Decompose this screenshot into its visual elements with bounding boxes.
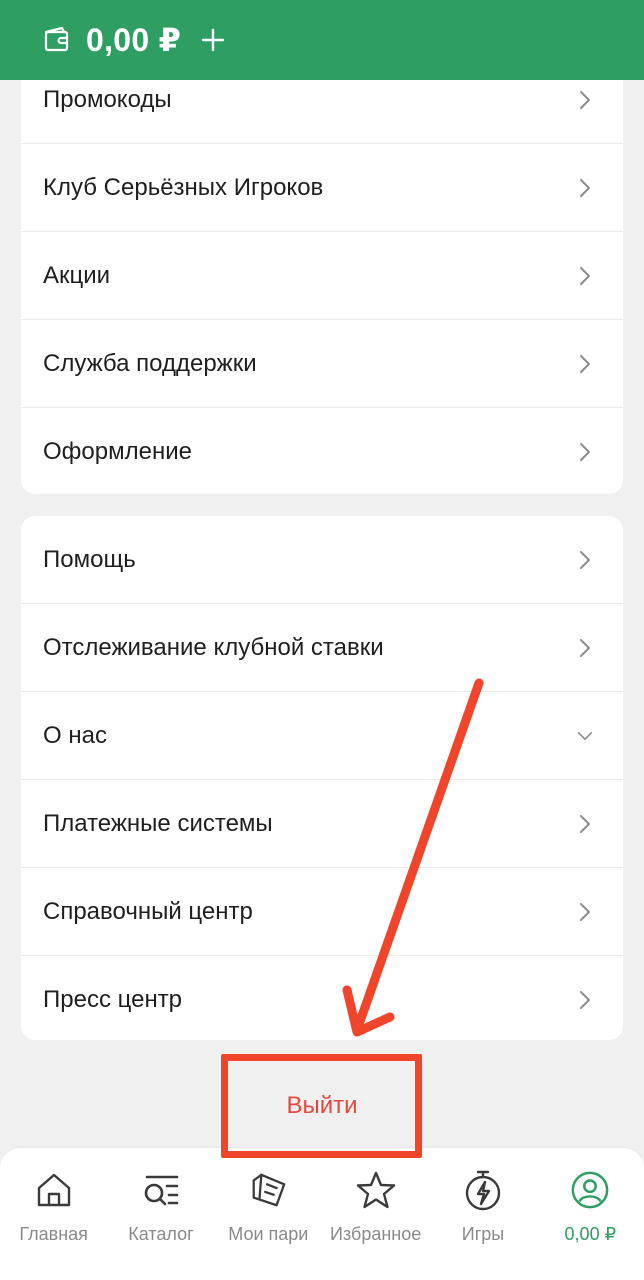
ticket-icon [248, 1170, 288, 1210]
menu-item-club-bet-tracking[interactable]: Отслеживание клубной ставки [21, 604, 623, 692]
plus-icon[interactable] [201, 27, 227, 53]
chevron-right-icon [577, 90, 593, 110]
menu-item-label: Справочный центр [43, 897, 253, 925]
chevron-right-icon [577, 266, 593, 286]
menu-item-about-us[interactable]: О нас [21, 692, 623, 780]
chevron-right-icon [577, 990, 593, 1010]
logout-label: Выйти [286, 1092, 358, 1119]
balance-amount[interactable]: 0,00 ₽ [86, 21, 181, 59]
menu-item-label: Отслеживание клубной ставки [43, 633, 384, 661]
menu-item-label: Помощь [43, 545, 136, 573]
menu-item-label: Пресс центр [43, 986, 183, 1013]
menu-item-support[interactable]: Служба поддержки [21, 320, 623, 408]
menu-item-help-center[interactable]: Справочный центр [21, 868, 623, 956]
menu-item-label: Промокоды [43, 85, 172, 113]
tab-profile-label: 0,00 ₽ [564, 1224, 617, 1244]
chevron-right-icon [577, 550, 593, 570]
menu-item-label: Служба поддержки [43, 349, 257, 377]
chevron-right-icon [577, 814, 593, 834]
menu-item-label: Клуб Серьёзных Игроков [43, 173, 324, 201]
bottom-tab-bar: Главная Каталог Мои пари Избранное Игры … [0, 1148, 644, 1280]
chevron-right-icon [577, 902, 593, 922]
menu-item-label: Акции [43, 261, 111, 289]
tab-home[interactable]: Главная [0, 1148, 107, 1280]
top-bar: 0,00 ₽ [0, 0, 644, 80]
menu-item-serious-players-club[interactable]: Клуб Серьёзных Игроков [21, 144, 623, 232]
chevron-down-icon [577, 726, 593, 746]
menu-item-label: Платежные системы [43, 809, 273, 837]
menu-item-label: О нас [43, 721, 107, 749]
tab-games-label: Игры [461, 1224, 505, 1244]
profile-icon [570, 1170, 610, 1210]
stopwatch-lightning-icon [463, 1170, 503, 1211]
tab-games[interactable]: Игры [429, 1148, 536, 1280]
menu-item-press-center[interactable]: Пресс центр [21, 956, 623, 1040]
menu-item-appearance[interactable]: Оформление [21, 408, 623, 494]
tab-my-bets-label: Мои пари [228, 1224, 309, 1244]
tab-favorites-label: Избранное [330, 1224, 422, 1244]
menu-item-help[interactable]: Помощь [21, 516, 623, 604]
menu-item-promotions[interactable]: Акции [21, 232, 623, 320]
logout-button[interactable]: Выйти [0, 1062, 644, 1150]
tab-my-bets[interactable]: Мои пари [215, 1148, 322, 1280]
catalog-search-icon [141, 1170, 181, 1210]
chevron-right-icon [577, 638, 593, 658]
home-icon [34, 1170, 74, 1210]
menu-item-label: Оформление [43, 438, 192, 465]
tab-home-label: Главная [19, 1224, 88, 1244]
menu-card-primary: Промокоды Клуб Серьёзных Игроков Акции С… [21, 56, 623, 494]
tab-profile[interactable]: 0,00 ₽ [537, 1148, 644, 1280]
chevron-right-icon [577, 442, 593, 462]
tab-favorites[interactable]: Избранное [322, 1148, 429, 1280]
menu-item-payment-systems[interactable]: Платежные системы [21, 780, 623, 868]
star-icon [356, 1170, 396, 1210]
tab-catalog-label: Каталог [128, 1224, 194, 1244]
menu-card-info: Помощь Отслеживание клубной ставки О нас… [21, 516, 623, 1040]
chevron-right-icon [577, 178, 593, 198]
tab-catalog[interactable]: Каталог [107, 1148, 214, 1280]
chevron-right-icon [577, 354, 593, 374]
wallet-icon[interactable] [42, 24, 74, 56]
